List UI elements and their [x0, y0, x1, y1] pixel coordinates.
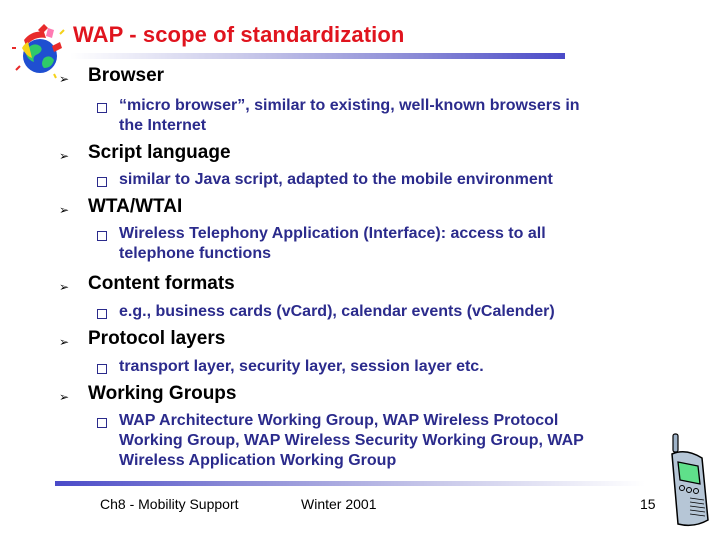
bullet-sub-content-formats: e.g., business cards (vCard), calendar e… — [119, 302, 654, 322]
arrow-bullet-icon: ➢ — [59, 72, 70, 86]
sub-line: Wireless Application Working Group — [119, 452, 397, 469]
page-number: 15 — [640, 496, 656, 512]
bullet-sub-browser: “micro browser”, similar to existing, we… — [119, 96, 654, 136]
mobile-phone-icon — [671, 433, 709, 527]
square-bullet-icon — [97, 418, 107, 428]
bullet-sub-protocol-layers: transport layer, security layer, session… — [119, 357, 654, 377]
square-bullet-icon — [97, 364, 107, 374]
sub-line: telephone functions — [119, 245, 271, 262]
arrow-bullet-icon: ➢ — [59, 390, 70, 404]
arrow-bullet-icon: ➢ — [59, 203, 70, 217]
footer-term: Winter 2001 — [301, 496, 377, 512]
bullet-heading-script-language: Script language — [88, 142, 231, 163]
sub-line: e.g., business cards (vCard), calendar e… — [119, 303, 555, 320]
bullet-sub-script-language: similar to Java script, adapted to the m… — [119, 170, 654, 190]
arrow-bullet-icon: ➢ — [59, 149, 70, 163]
bullet-heading-browser: Browser — [88, 65, 165, 86]
sub-line: similar to Java script, adapted to the m… — [119, 171, 553, 188]
square-bullet-icon — [97, 231, 107, 241]
arrow-bullet-icon: ➢ — [59, 280, 70, 294]
square-bullet-icon — [97, 309, 107, 319]
arrow-bullet-icon: ➢ — [59, 335, 70, 349]
bullet-heading-content-formats: Content formats — [88, 273, 235, 294]
sub-line: transport layer, security layer, session… — [119, 358, 484, 375]
sub-line: “micro browser”, similar to existing, we… — [119, 97, 580, 114]
bullet-heading-wta-wtai: WTA/WTAI — [88, 196, 183, 217]
bullet-heading-protocol-layers: Protocol layers — [88, 328, 226, 349]
sub-line: the Internet — [119, 117, 207, 134]
square-bullet-icon — [97, 177, 107, 187]
square-bullet-icon — [97, 103, 107, 113]
bullet-sub-working-groups: WAP Architecture Working Group, WAP Wire… — [119, 411, 654, 471]
bullet-sub-wta-wtai: Wireless Telephony Application (Interfac… — [119, 224, 654, 264]
footer-rule — [55, 481, 645, 486]
footer-chapter: Ch8 - Mobility Support — [100, 496, 239, 512]
sub-line: WAP Architecture Working Group, WAP Wire… — [119, 412, 559, 429]
sub-line: Wireless Telephony Application (Interfac… — [119, 225, 546, 242]
bullet-heading-working-groups: Working Groups — [88, 383, 237, 404]
sub-line: Working Group, WAP Wireless Security Wor… — [119, 432, 584, 449]
bullet-list: ➢ Browser “micro browser”, similar to ex… — [0, 0, 720, 470]
